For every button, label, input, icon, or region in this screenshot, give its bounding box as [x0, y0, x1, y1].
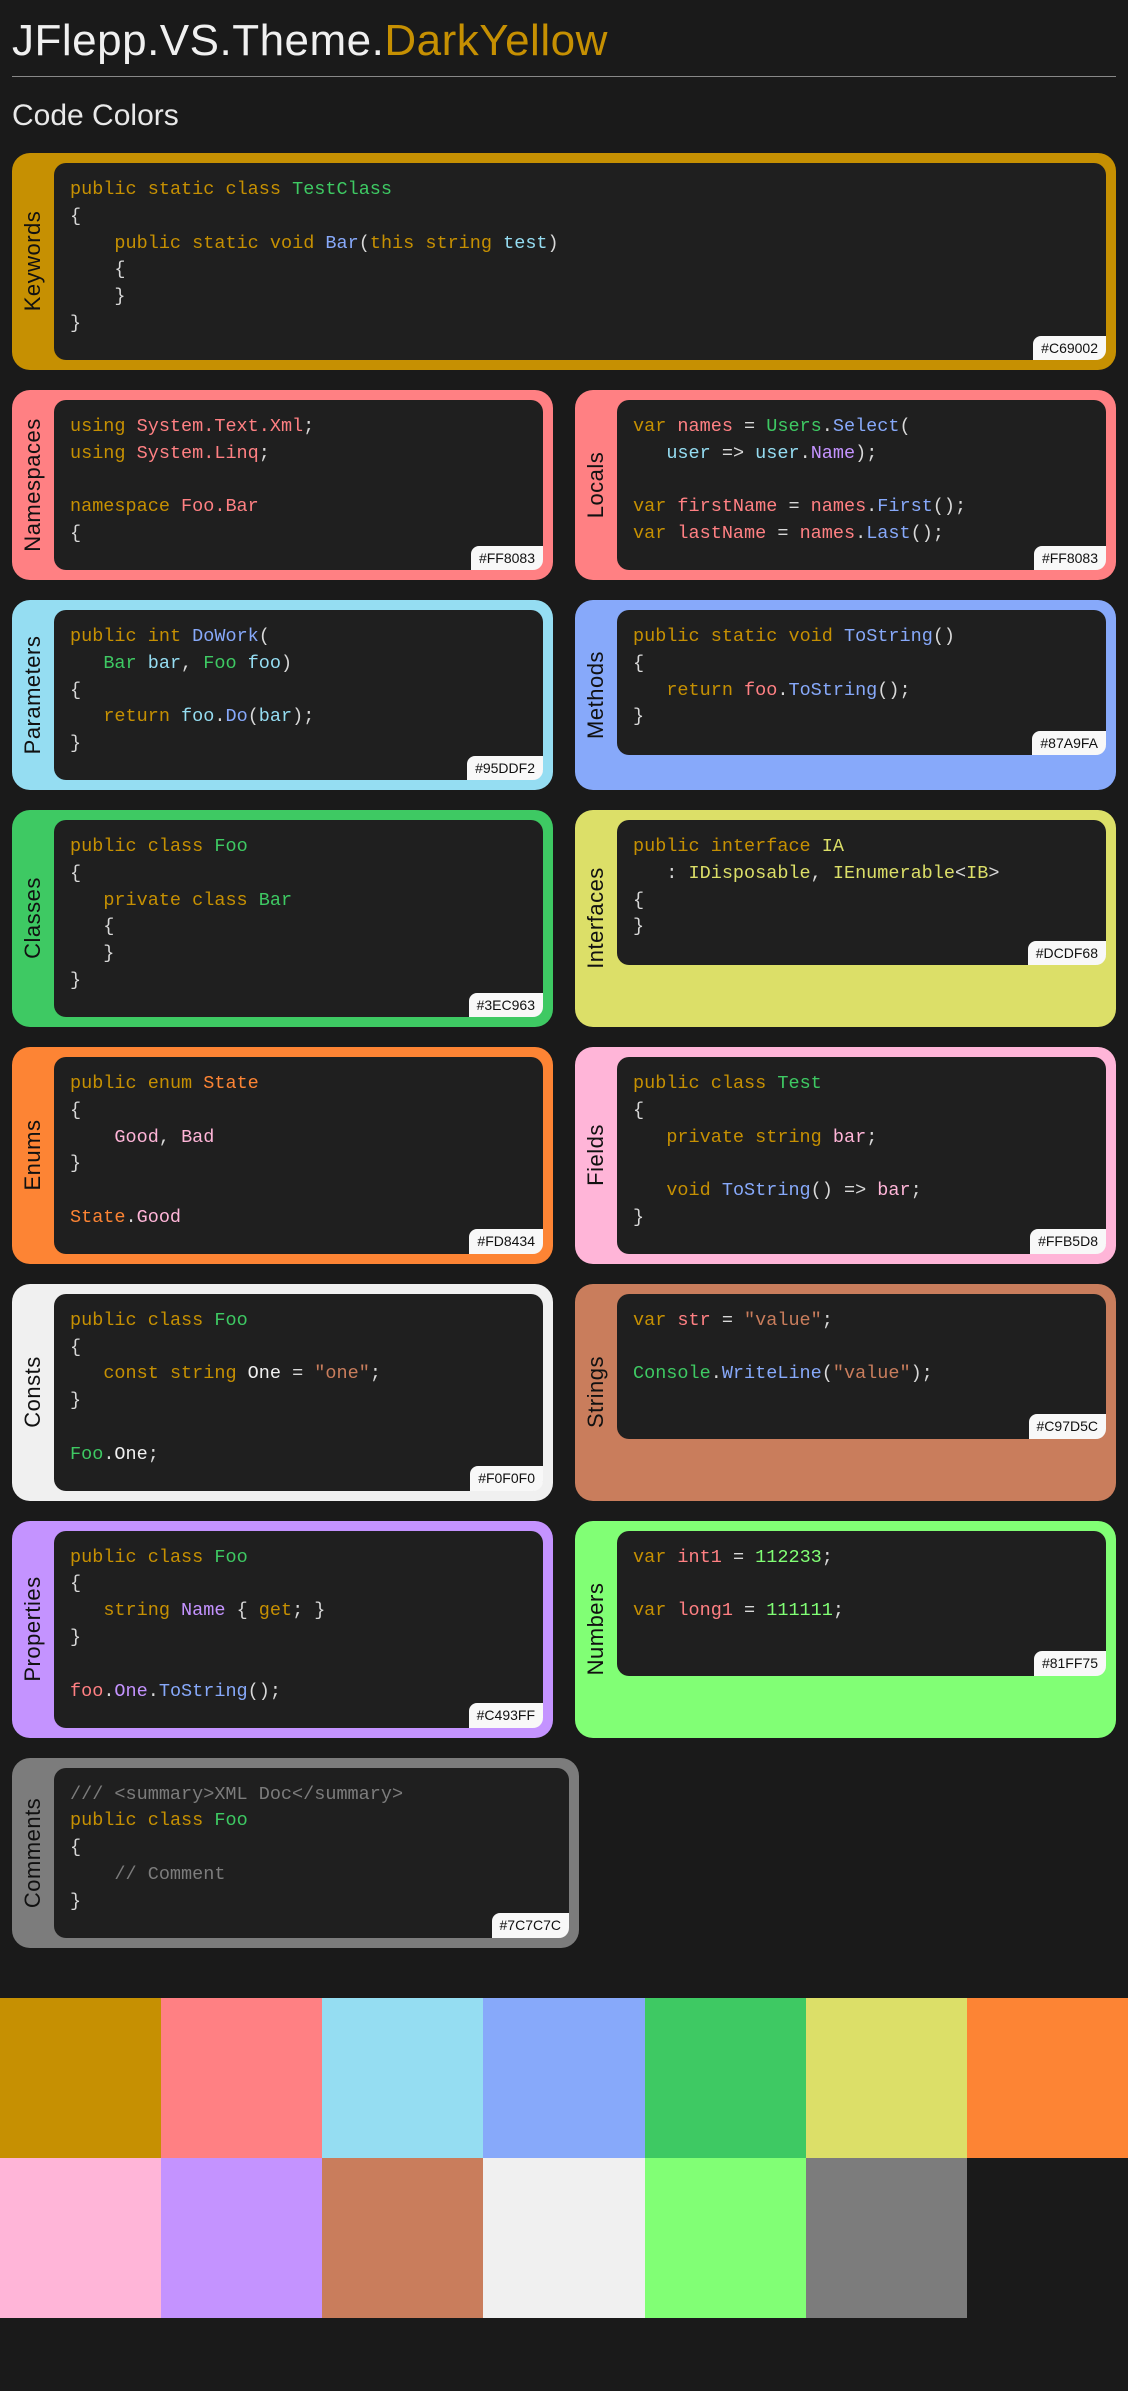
swatch [0, 2158, 161, 2318]
hex-badge: #87A9FA [1032, 731, 1106, 755]
swatch [806, 1998, 967, 2158]
card-label: Interfaces [583, 868, 609, 970]
hex-badge: #3EC963 [469, 993, 543, 1017]
code-sample: public static class TestClass { public s… [54, 163, 1106, 360]
card-label: Comments [20, 1797, 46, 1907]
hex-badge: #FF8083 [1034, 546, 1106, 570]
card-label: Fields [583, 1124, 609, 1186]
swatch [967, 2158, 1128, 2318]
swatch [645, 2158, 806, 2318]
card-label: Strings [583, 1356, 609, 1428]
hex-badge: #FFB5D8 [1030, 1229, 1106, 1253]
card-label: Namespaces [20, 418, 46, 551]
hex-badge: #C69002 [1033, 336, 1106, 360]
title-prefix: JFlepp.VS.Theme. [12, 16, 384, 65]
card-label: Keywords [20, 211, 46, 312]
card-strings: Strings var str = "value"; Console.WriteL… [575, 1284, 1116, 1501]
swatch [483, 1998, 644, 2158]
card-methods: Methods public static void ToString() { r… [575, 600, 1116, 790]
card-label: Methods [583, 651, 609, 739]
card-label: Parameters [20, 636, 46, 755]
code-sample: public static void ToString() { return f… [617, 610, 1106, 755]
card-namespaces: Namespaces using System.Text.Xml; using S… [12, 390, 553, 580]
card-label: Properties [20, 1576, 46, 1681]
code-sample: public int DoWork( Bar bar, Foo foo) { r… [54, 610, 543, 780]
code-sample: public class Foo { string Name { get; } … [54, 1531, 543, 1728]
swatch [645, 1998, 806, 2158]
code-sample: var names = Users.Select( user => user.N… [617, 400, 1106, 570]
page-title: JFlepp.VS.Theme.DarkYellow [12, 16, 1116, 77]
code-sample: /// <summary>XML Doc</summary> public cl… [54, 1768, 569, 1938]
hex-badge: #81FF75 [1034, 1651, 1106, 1675]
swatch-grid [0, 1998, 1128, 2318]
hex-badge: #7C7C7C [492, 1913, 569, 1937]
code-sample: public interface IA : IDisposable, IEnum… [617, 820, 1106, 965]
hex-badge: #C493FF [469, 1703, 543, 1727]
swatch [161, 2158, 322, 2318]
section-heading: Code Colors [12, 99, 1116, 133]
card-label: Enums [20, 1120, 46, 1191]
code-sample: public class Foo { private class Bar { }… [54, 820, 543, 1017]
card-label: Locals [583, 452, 609, 519]
swatch [483, 2158, 644, 2318]
code-sample: var str = "value"; Console.WriteLine("va… [617, 1294, 1106, 1439]
code-sample: public enum State { Good, Bad } State.Go… [54, 1057, 543, 1254]
card-label: Consts [20, 1356, 46, 1427]
card-enums: Enums public enum State { Good, Bad } Sta… [12, 1047, 553, 1264]
card-properties: Properties public class Foo { string Name… [12, 1521, 553, 1738]
swatch [322, 1998, 483, 2158]
card-locals: Locals var names = Users.Select( user => … [575, 390, 1116, 580]
title-suffix: DarkYellow [384, 16, 607, 65]
card-label: Numbers [583, 1583, 609, 1676]
swatch [322, 2158, 483, 2318]
swatch [806, 2158, 967, 2318]
card-comments: Comments /// <summary>XML Doc</summary> p… [12, 1758, 579, 1948]
hex-badge: #FF8083 [471, 546, 543, 570]
card-fields: Fields public class Test { private string… [575, 1047, 1116, 1264]
code-sample: public class Foo { const string One = "o… [54, 1294, 543, 1491]
card-numbers: Numbers var int1 = 112233; var long1 = 11… [575, 1521, 1116, 1738]
card-parameters: Parameters public int DoWork( Bar bar, Fo… [12, 600, 553, 790]
card-classes: Classes public class Foo { private class … [12, 810, 553, 1027]
hex-badge: #95DDF2 [467, 756, 543, 780]
hex-badge: #C97D5C [1029, 1414, 1106, 1438]
swatch [161, 1998, 322, 2158]
code-sample: using System.Text.Xml; using System.Linq… [54, 400, 543, 570]
code-sample: var int1 = 112233; var long1 = 111111;#8… [617, 1531, 1106, 1676]
card-keywords: Keywords public static class TestClass { … [12, 153, 1116, 370]
swatch [967, 1998, 1128, 2158]
hex-badge: #DCDF68 [1028, 941, 1106, 965]
hex-badge: #F0F0F0 [470, 1466, 543, 1490]
hex-badge: #FD8434 [469, 1229, 543, 1253]
swatch [0, 1998, 161, 2158]
card-consts: Consts public class Foo { const string On… [12, 1284, 553, 1501]
card-interfaces: Interfaces public interface IA : IDisposa… [575, 810, 1116, 1027]
code-sample: public class Test { private string bar; … [617, 1057, 1106, 1254]
card-label: Classes [20, 878, 46, 960]
